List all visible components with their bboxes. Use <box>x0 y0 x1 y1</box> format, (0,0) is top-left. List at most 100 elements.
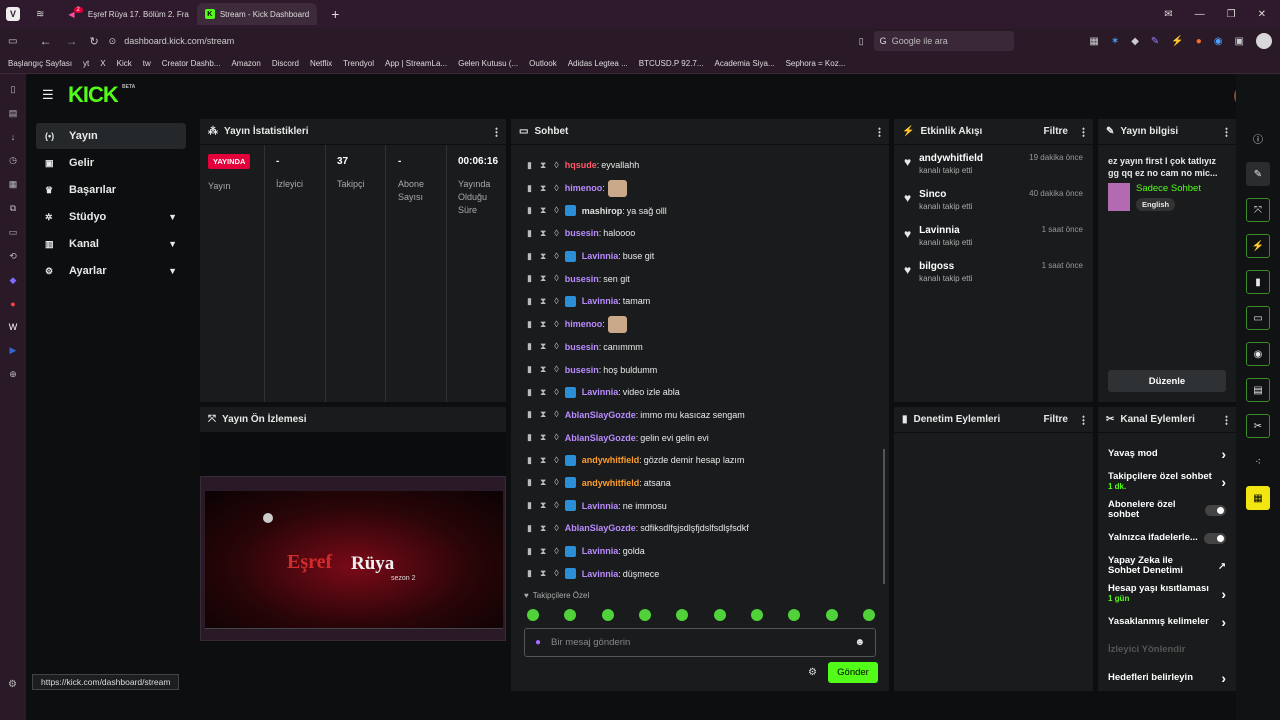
emoji-picker-icon[interactable]: ☻ <box>854 637 865 648</box>
timeout-icon[interactable]: ⧗ <box>540 477 546 488</box>
bookmark-item[interactable]: Creator Dashb... <box>162 59 221 68</box>
activity-username[interactable]: Lavinnia <box>919 225 972 236</box>
filter-button[interactable]: Filtre <box>1044 414 1068 425</box>
reload-icon[interactable]: ↻ <box>89 35 98 48</box>
add-panel-icon[interactable]: ⊕ <box>9 369 17 380</box>
extension-icon[interactable]: ◉ <box>1214 36 1223 47</box>
back-icon[interactable]: ← <box>39 34 51 48</box>
bookmark-item[interactable]: yt <box>83 59 89 68</box>
channel-action[interactable]: Yasaklanmış kelimeler › <box>1098 608 1236 636</box>
nav-item-revenue[interactable]: ▣ Gelir <box>36 150 186 176</box>
bookmark-item[interactable]: Academia Siya... <box>715 59 775 68</box>
ban-shield-icon[interactable]: ◊ <box>554 477 558 488</box>
more-options-icon[interactable] <box>1225 414 1228 425</box>
timeout-icon[interactable]: ⧗ <box>540 228 546 239</box>
apps-icon[interactable]: ⁖ <box>1246 450 1270 474</box>
trash-icon[interactable]: ▮ <box>527 387 532 398</box>
toggle-switch[interactable] <box>1204 504 1226 516</box>
trash-icon[interactable]: ▮ <box>527 205 532 216</box>
ban-shield-icon[interactable]: ◊ <box>554 387 558 398</box>
timeout-icon[interactable]: ⧗ <box>540 364 546 375</box>
trash-icon[interactable]: ▮ <box>527 296 532 307</box>
activity-username[interactable]: bilgoss <box>919 261 972 272</box>
bookmark-item[interactable]: Sephora = Koz... <box>786 59 846 68</box>
timeout-icon[interactable]: ⧗ <box>540 319 546 330</box>
channel-action[interactable]: Abonelere özel sohbet <box>1098 496 1236 524</box>
timeout-icon[interactable]: ⧗ <box>540 296 546 307</box>
chat-username[interactable]: AblanSlayGozde <box>565 410 636 420</box>
chevron-right-icon[interactable]: › <box>1221 670 1226 686</box>
trash-icon[interactable]: ▮ <box>527 409 532 420</box>
chat-username[interactable]: AblanSlayGozde <box>565 523 636 533</box>
preview-video[interactable]: Eşref Rüya sezon 2 <box>200 476 506 641</box>
channel-action[interactable]: Yapay Zeka ile Sohbet Denetimi ↗ <box>1098 552 1236 580</box>
vivaldi-icon[interactable]: ● <box>10 299 15 309</box>
maximize-icon[interactable]: ❐ <box>1227 9 1236 20</box>
trash-icon[interactable]: ▮ <box>527 568 532 579</box>
edit-icon[interactable]: ✎ <box>1246 162 1270 186</box>
chevron-right-icon[interactable]: › <box>1221 446 1226 462</box>
reading-list-icon[interactable]: ▤ <box>9 108 18 119</box>
edit-button[interactable]: Düzenle <box>1108 370 1226 392</box>
bookmark-item[interactable]: Amazon <box>231 59 260 68</box>
extension-icon[interactable]: ✎ <box>1151 36 1159 47</box>
trash-icon[interactable]: ▮ <box>527 228 532 239</box>
trash-icon[interactable]: ▮ <box>527 455 532 466</box>
mastodon-icon[interactable]: ◆ <box>10 275 17 286</box>
search-box[interactable]: G Google ile ara <box>873 31 1014 51</box>
trash-icon[interactable]: ▮ <box>527 183 532 194</box>
nav-item-channel[interactable]: ▥ Kanal ▼ <box>36 231 186 257</box>
chat-input[interactable]: ● Bir mesaj gönderin ☻ <box>524 628 876 657</box>
trash-icon[interactable]: ▮ <box>527 273 532 284</box>
trash-icon[interactable]: ▮ <box>527 477 532 488</box>
trash-icon[interactable]: ▮ <box>527 341 532 352</box>
ban-shield-icon[interactable]: ◊ <box>554 568 558 579</box>
chat-username[interactable]: busesin <box>565 342 599 352</box>
timeout-icon[interactable]: ⧗ <box>540 251 546 262</box>
ban-shield-icon[interactable]: ◊ <box>554 364 558 375</box>
timeout-icon[interactable]: ⧗ <box>540 183 546 194</box>
history-icon[interactable]: ◷ <box>9 155 17 166</box>
minimize-icon[interactable]: — <box>1195 9 1205 20</box>
stats-toggle-icon[interactable]: ▤ <box>1246 378 1270 402</box>
chat-settings-icon[interactable]: ⚙ <box>808 667 817 678</box>
address-bar[interactable]: ⊙ dashboard.kick.com/stream ▯ <box>109 31 864 51</box>
channel-action[interactable]: Takipçilere özel sohbet 1 dk. › <box>1098 468 1236 496</box>
nav-item-trophy[interactable]: ♛ Başarılar <box>36 177 186 203</box>
extension-icon[interactable]: ▣ <box>1235 36 1244 47</box>
emote-button[interactable] <box>713 609 726 621</box>
emote-button[interactable] <box>676 609 689 621</box>
tab-stack-icon[interactable]: ≋ <box>36 9 44 20</box>
chat-toggle-icon[interactable]: ▭ <box>1246 306 1270 330</box>
more-options-icon[interactable] <box>1225 126 1228 137</box>
chart-icon[interactable]: ↗ <box>1218 561 1226 572</box>
emote-button[interactable] <box>564 609 577 621</box>
emote-button[interactable] <box>601 609 614 621</box>
window-panel-icon[interactable]: ▭ <box>9 227 18 238</box>
chat-scrollbar[interactable] <box>883 449 885 584</box>
channel-action[interactable]: Yalnızca ifadelerle... <box>1098 524 1236 552</box>
sync-icon[interactable]: ⟲ <box>9 251 17 262</box>
trash-icon[interactable]: ▮ <box>527 364 532 375</box>
bookmark-item[interactable]: Discord <box>272 59 299 68</box>
chat-username[interactable]: mashirop <box>582 206 623 216</box>
ban-shield-icon[interactable]: ◊ <box>554 183 558 194</box>
more-options-icon[interactable] <box>1082 126 1085 137</box>
send-button[interactable]: Gönder <box>828 662 878 683</box>
timeout-icon[interactable]: ⧗ <box>540 500 546 511</box>
ban-shield-icon[interactable]: ◊ <box>554 319 558 330</box>
timeout-icon[interactable]: ⧗ <box>540 432 546 443</box>
bookmark-item[interactable]: App | StreamLa... <box>385 59 447 68</box>
extension-icon[interactable]: ◆ <box>1131 36 1139 47</box>
nav-item-studio[interactable]: ✲ Stüdyo ▼ <box>36 204 186 230</box>
trash-icon[interactable]: ▮ <box>527 251 532 262</box>
more-options-icon[interactable] <box>495 126 498 137</box>
channel-action[interactable]: Hedefleri belirleyin › <box>1098 664 1236 692</box>
trash-icon[interactable]: ▮ <box>527 500 532 511</box>
chat-username[interactable]: himenoo <box>565 319 603 329</box>
bookmark-item[interactable]: Başlangıç Sayfası <box>8 59 72 68</box>
chat-username[interactable]: Lavinnia <box>582 501 619 511</box>
hamburger-menu-icon[interactable]: ☰ <box>42 87 54 103</box>
category-name[interactable]: Sadece Sohbet <box>1136 183 1201 194</box>
timeout-icon[interactable]: ⧗ <box>540 455 546 466</box>
